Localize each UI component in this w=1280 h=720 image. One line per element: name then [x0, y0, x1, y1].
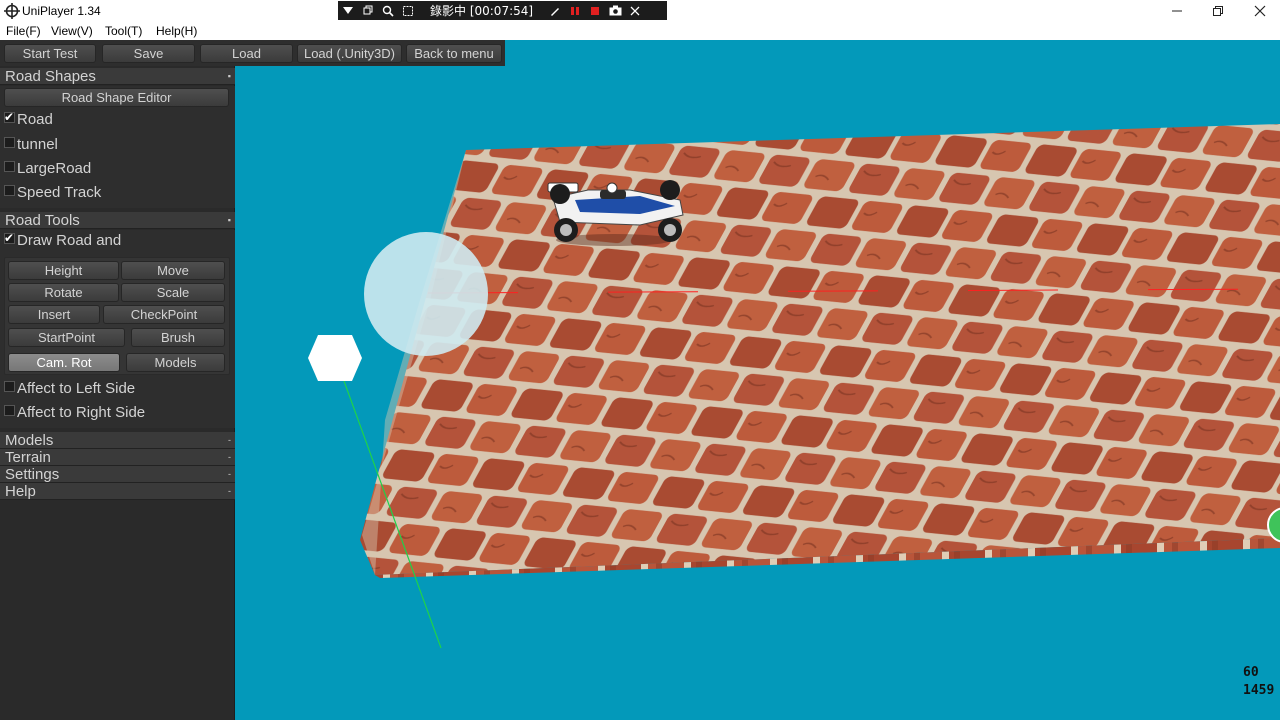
- checkbox-largeroad[interactable]: [4, 161, 15, 172]
- start-test-button[interactable]: Start Test: [4, 44, 96, 63]
- checkbox-draw-road[interactable]: ✔: [4, 231, 15, 245]
- checkbox-road[interactable]: ✔: [4, 110, 15, 124]
- checkbox-speed-track[interactable]: [4, 185, 15, 196]
- road-tool-buttons: Height Move Rotate Scale Insert CheckPoi…: [4, 257, 230, 375]
- road-shapes-body: Road Shape Editor ✔ Road tunnel LargeRoad…: [0, 86, 235, 208]
- back-to-menu-button[interactable]: Back to menu: [406, 44, 502, 63]
- move-button[interactable]: Move: [121, 261, 225, 280]
- stat-counter: 1459: [1243, 683, 1275, 698]
- expand-icon: ▪: [227, 215, 231, 225]
- models-section-title: Models: [5, 432, 54, 449]
- checkpoint-button[interactable]: CheckPoint: [103, 305, 225, 324]
- collapse-icon: -: [228, 452, 231, 462]
- insert-button[interactable]: Insert: [8, 305, 100, 324]
- toggle-largeroad[interactable]: LargeRoad: [4, 160, 91, 178]
- toggle-affect-right[interactable]: Affect to Right Side: [4, 404, 145, 422]
- brick-road-top: [360, 124, 1280, 575]
- toggle-road-label: Road: [17, 111, 53, 128]
- collapse-icon: -: [228, 469, 231, 479]
- race-car[interactable]: [547, 180, 684, 246]
- save-button[interactable]: Save: [102, 44, 195, 63]
- checkbox-tunnel[interactable]: [4, 137, 15, 148]
- road-shapes-title: Road Shapes: [5, 68, 96, 85]
- toggle-speed-track[interactable]: Speed Track: [4, 184, 101, 202]
- collapse-icon: -: [228, 435, 231, 445]
- load-unity3d-button[interactable]: Load (.Unity3D): [297, 44, 402, 63]
- height-button[interactable]: Height: [8, 261, 119, 280]
- checkbox-affect-right[interactable]: [4, 405, 15, 416]
- road-tools-title: Road Tools: [5, 212, 80, 229]
- fps-counter: 60: [1243, 665, 1259, 680]
- tools-panel: Road Shapes ▪ Road Shape Editor ✔ Road tu…: [0, 66, 235, 720]
- collapse-icon: -: [228, 486, 231, 496]
- brush-sphere[interactable]: [364, 232, 488, 356]
- toggle-tunnel[interactable]: tunnel: [4, 136, 58, 154]
- road-shapes-header[interactable]: Road Shapes ▪: [0, 68, 235, 85]
- road-shape-editor-button[interactable]: Road Shape Editor: [4, 88, 229, 107]
- toggle-speed-track-label: Speed Track: [17, 184, 102, 201]
- rotate-button[interactable]: Rotate: [8, 283, 119, 302]
- toggle-tunnel-label: tunnel: [17, 136, 58, 153]
- settings-section-title: Settings: [5, 466, 60, 483]
- checkbox-affect-left[interactable]: [4, 381, 15, 392]
- load-button[interactable]: Load: [200, 44, 293, 63]
- scale-button[interactable]: Scale: [121, 283, 225, 302]
- toggle-draw-road[interactable]: ✔ Draw Road and: [4, 231, 122, 250]
- toggle-draw-road-label: Draw Road and: [17, 232, 122, 249]
- help-section-header[interactable]: Help -: [0, 483, 235, 500]
- road-tools-body: ✔ Draw Road and Height Move Rotate Scale …: [0, 230, 235, 428]
- brush-button[interactable]: Brush: [131, 328, 225, 347]
- settings-section-header[interactable]: Settings -: [0, 466, 235, 483]
- toggle-road[interactable]: ✔ Road: [4, 110, 53, 129]
- help-section-title: Help: [5, 483, 36, 500]
- expand-icon: ▪: [227, 71, 231, 81]
- control-point-hexagon[interactable]: [308, 335, 362, 381]
- editor-toolbar: Start Test Save Load Load (.Unity3D) Bac…: [0, 40, 505, 66]
- toggle-affect-left[interactable]: Affect to Left Side: [4, 380, 135, 398]
- toggle-affect-left-label: Affect to Left Side: [17, 380, 136, 397]
- models-section-header[interactable]: Models -: [0, 432, 235, 449]
- toggle-affect-right-label: Affect to Right Side: [17, 404, 146, 421]
- models-button[interactable]: Models: [126, 353, 225, 372]
- road-tools-header[interactable]: Road Tools ▪: [0, 212, 235, 229]
- startpoint-button[interactable]: StartPoint: [8, 328, 125, 347]
- toggle-largeroad-label: LargeRoad: [17, 160, 92, 177]
- terrain-section-title: Terrain: [5, 449, 51, 466]
- cam-rot-button[interactable]: Cam. Rot: [8, 353, 120, 372]
- terrain-section-header[interactable]: Terrain -: [0, 449, 235, 466]
